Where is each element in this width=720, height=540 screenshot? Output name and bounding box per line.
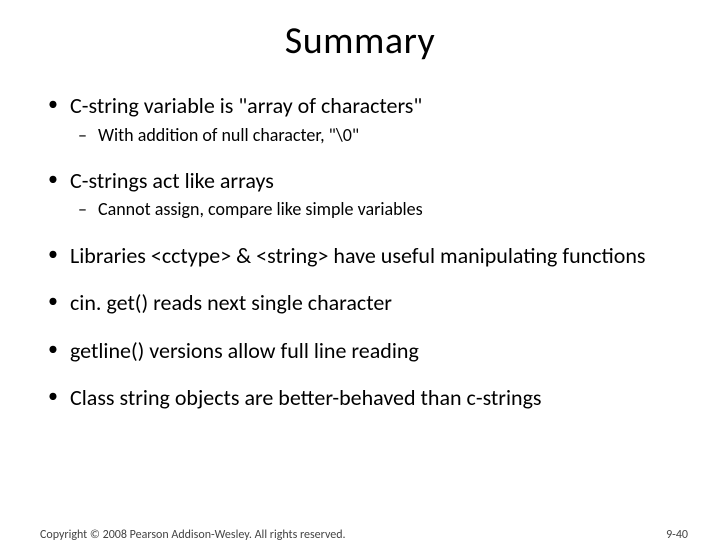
bullet-item: getline() versions allow full line readi… bbox=[40, 337, 680, 365]
bullet-text: Class string objects are better-behaved … bbox=[70, 384, 542, 411]
sub-bullet-item: Cannot assign, compare like simple varia… bbox=[70, 198, 680, 221]
bullet-text: Libraries <cctype> & <string> have usefu… bbox=[70, 242, 646, 269]
bullet-text: cin. get() reads next single character bbox=[70, 289, 392, 316]
sub-bullet-item: With addition of null character, "\0" bbox=[70, 124, 680, 147]
bullet-text: C-strings act like arrays bbox=[70, 167, 274, 194]
bullet-text: getline() versions allow full line readi… bbox=[70, 337, 419, 364]
footer-copyright: Copyright © 2008 Pearson Addison-Wesley.… bbox=[40, 528, 346, 540]
slide: Summary C-string variable is "array of c… bbox=[0, 18, 720, 540]
sub-bullet-list: Cannot assign, compare like simple varia… bbox=[70, 198, 680, 221]
bullet-list: C-string variable is "array of character… bbox=[40, 92, 680, 412]
bullet-item: C-string variable is "array of character… bbox=[40, 92, 680, 147]
sub-bullet-list: With addition of null character, "\0" bbox=[70, 124, 680, 147]
bullet-item: Class string objects are better-behaved … bbox=[40, 384, 680, 412]
bullet-text: C-string variable is "array of character… bbox=[70, 92, 422, 119]
bullet-item: cin. get() reads next single character bbox=[40, 289, 680, 317]
bullet-item: C-strings act like arrays Cannot assign,… bbox=[40, 167, 680, 222]
bullet-item: Libraries <cctype> & <string> have usefu… bbox=[40, 242, 680, 270]
slide-title: Summary bbox=[0, 18, 720, 64]
slide-content: C-string variable is "array of character… bbox=[0, 92, 720, 412]
sub-bullet-text: With addition of null character, "\0" bbox=[98, 124, 359, 146]
sub-bullet-text: Cannot assign, compare like simple varia… bbox=[98, 198, 423, 220]
footer-page-number: 9-40 bbox=[666, 528, 688, 540]
